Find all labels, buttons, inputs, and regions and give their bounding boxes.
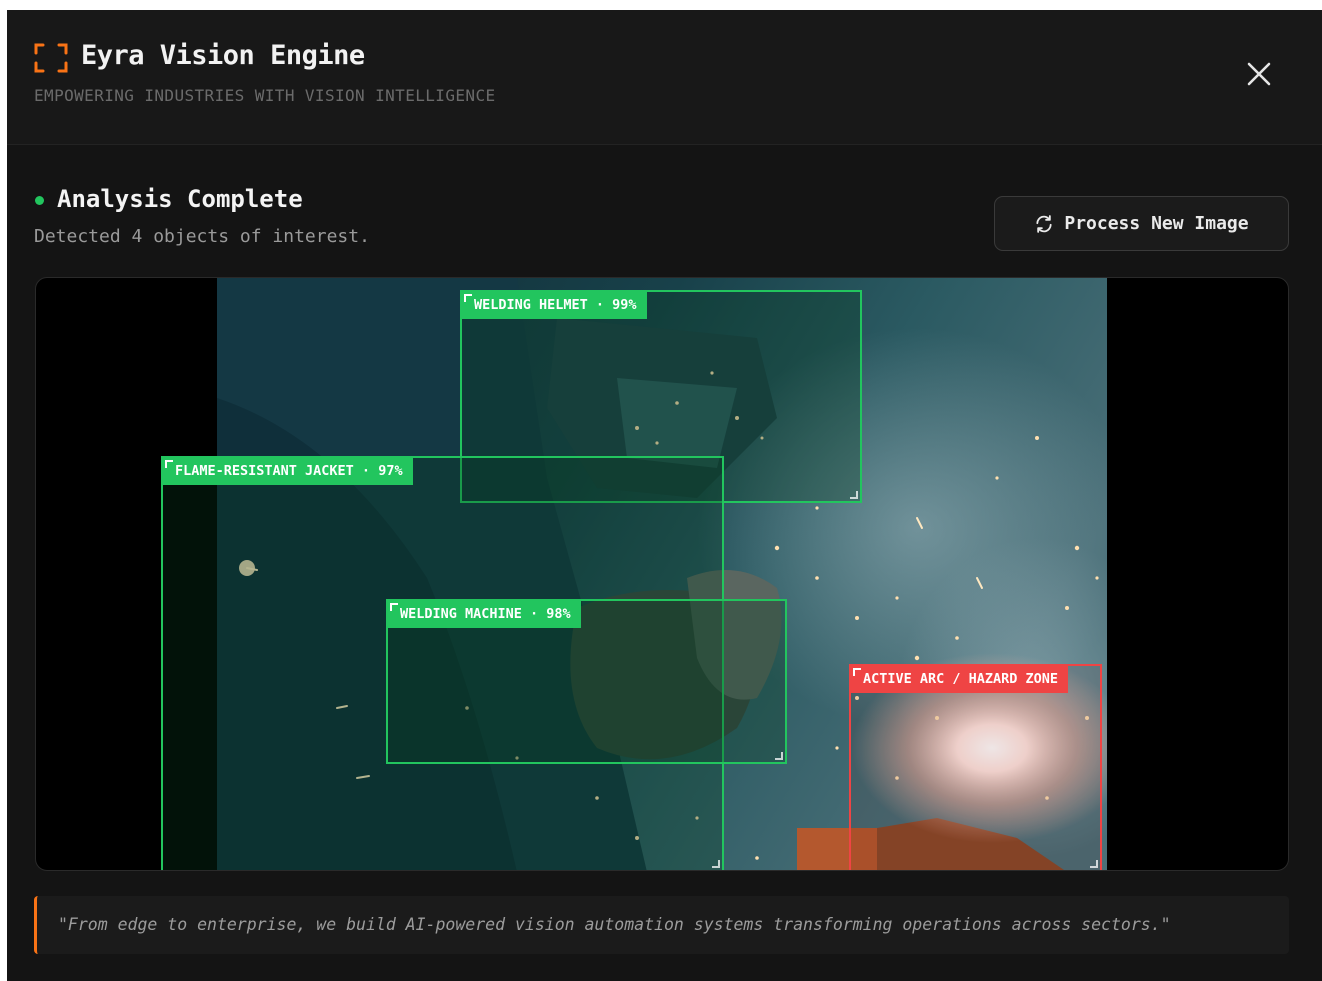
analysis-modal: Eyra Vision Engine EMPOWERING INDUSTRIES… [7, 10, 1322, 981]
refresh-icon [1036, 214, 1052, 233]
detection-label: WELDING HELMET · 99% [462, 292, 647, 319]
modal-header: Eyra Vision Engine EMPOWERING INDUSTRIES… [7, 10, 1322, 145]
scan-focus-icon [34, 43, 68, 73]
detection-label: WELDING MACHINE · 98% [388, 601, 581, 628]
status-indicator-dot [35, 196, 44, 205]
process-button-label: Process New Image [1064, 213, 1249, 234]
detection-box-welding-machine[interactable]: WELDING MACHINE · 98% [386, 599, 787, 764]
detection-box-hazard-zone[interactable]: ACTIVE ARC / HAZARD ZONE [849, 664, 1102, 870]
close-icon [1247, 62, 1271, 86]
image-viewer: WELDING HELMET · 99% FLAME-RESISTANT JAC… [35, 277, 1289, 871]
status-title: Analysis Complete [57, 185, 303, 213]
footer-quote: "From edge to enterprise, we build AI-po… [34, 896, 1289, 954]
close-button[interactable] [1243, 58, 1275, 90]
status-subtitle: Detected 4 objects of interest. [34, 226, 370, 247]
detection-label: FLAME-RESISTANT JACKET · 97% [163, 458, 413, 485]
process-new-image-button[interactable]: Process New Image [994, 196, 1289, 251]
detection-label: ACTIVE ARC / HAZARD ZONE [851, 666, 1069, 693]
quote-text: "From edge to enterprise, we build AI-po… [58, 915, 1171, 934]
app-tagline: EMPOWERING INDUSTRIES WITH VISION INTELL… [34, 86, 496, 105]
app-title: Eyra Vision Engine [81, 40, 365, 71]
